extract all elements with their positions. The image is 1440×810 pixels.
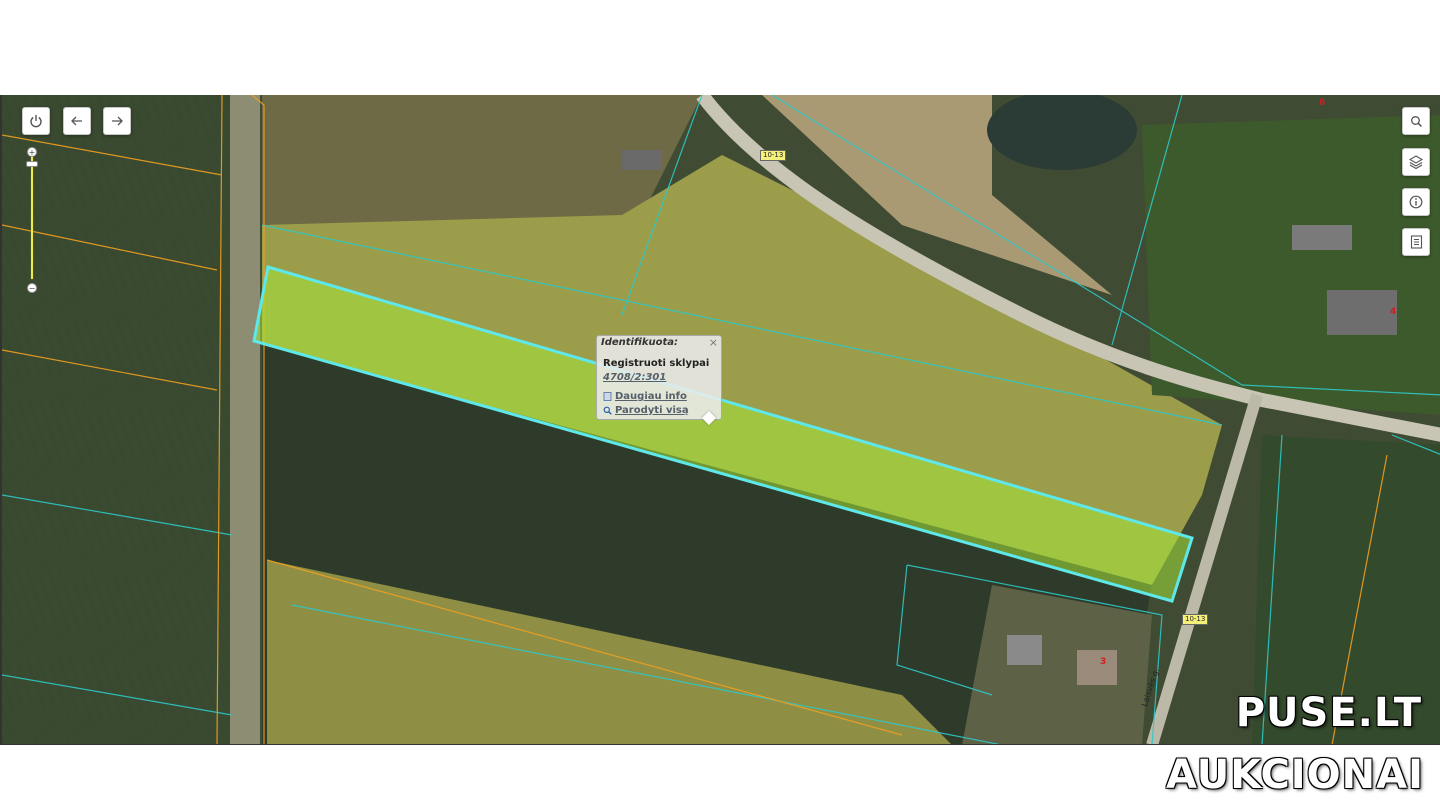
power-icon [30,115,42,128]
aerial-map[interactable] [2,95,1440,745]
back-button[interactable] [63,107,91,135]
house [1007,635,1042,665]
show-all-label: Parodyti visą [615,405,689,416]
identify-popup: Identifikuota: × Registruoti sklypai 470… [596,335,722,420]
arrow-right-icon [112,116,123,126]
zoom-handle[interactable] [26,161,38,167]
more-info-link[interactable]: Daugiau info [603,391,687,402]
popup-title: Identifikuota: [601,337,679,348]
power-button[interactable] [22,107,50,135]
watermark-line1: PUSE.LT [1235,690,1422,736]
parcel-id-link[interactable]: 4708/2:301 [603,372,666,383]
info-icon [1409,195,1423,209]
road-label: 10-13 [1182,614,1209,625]
document-icon [1410,235,1422,249]
trees-area [1142,115,1440,415]
house [1292,225,1352,250]
house [1077,650,1117,685]
layers-button[interactable] [1402,148,1430,176]
close-icon[interactable]: × [709,336,718,349]
info-button[interactable] [1402,188,1430,216]
forward-button[interactable] [103,107,131,135]
document-button[interactable] [1402,228,1430,256]
zoom-in-button[interactable]: + [27,147,37,157]
dirt-path [230,95,260,744]
lot-number: 4 [1390,307,1397,317]
map-viewport[interactable]: 10-13 10-13 6 4 3 Laisvės g. + − Identif… [0,95,1440,745]
more-info-label: Daugiau info [615,391,687,402]
zoom-slider[interactable]: + − [24,147,40,293]
house [622,150,662,170]
arrow-left-icon [71,116,82,126]
popup-subtitle: Registruoti sklypai [603,358,710,369]
search-icon [1410,115,1422,127]
document-icon [603,392,612,401]
lot-number: 3 [1100,657,1107,667]
zoom-track[interactable] [31,157,33,279]
lot-number: 6 [1319,98,1326,108]
road-label: 10-13 [760,150,787,161]
layers-icon [1409,155,1423,169]
watermark-line2: AUKCIONAI [1166,752,1424,798]
zoom-out-button[interactable]: − [27,283,37,293]
show-all-link[interactable]: Parodyti visą [603,405,689,416]
search-button[interactable] [1402,107,1430,135]
search-icon [603,406,612,415]
house [1327,290,1397,335]
